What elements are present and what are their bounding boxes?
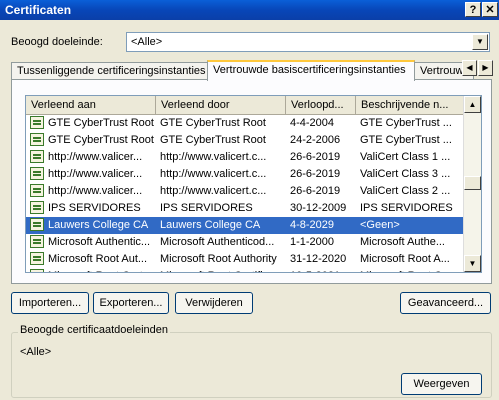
tab-label: Vertrouwde basiscertificeringsinstanties [213,64,406,76]
column-header-issued-to[interactable]: Verleend aan [26,96,156,114]
certificate-icon [30,167,44,180]
tab-scroll-right-icon[interactable]: ▶ [478,60,493,76]
table-cell: Lauwers College CA [160,219,261,231]
tab-label: Tussenliggende certificeringsinstanties [17,65,206,77]
table-row[interactable]: GTE CyberTrust Root GTE CyberTrust Root 24… [26,132,464,149]
table-cell: http://www.valicert.c... [160,168,267,180]
table-cell: http://www.valicert.c... [160,151,267,163]
column-header-friendly-name[interactable]: Beschrijvende n... [356,96,464,114]
certificate-icon [30,184,44,197]
certificate-icon [30,201,44,214]
title-bar: Certificaten ? ✕ [0,0,499,20]
table-cell: 31-12-2020 [290,253,347,265]
table-cell: 30-12-2009 [290,202,347,214]
purposes-value: <Alle> [20,346,52,358]
chevron-down-icon[interactable]: ▼ [472,34,488,50]
certificate-icon [30,218,44,231]
table-cell: 10-5-2021 [290,270,356,272]
certificate-list[interactable]: Verleend aan Verleend door Verloopd... B… [25,95,482,273]
table-row[interactable]: Microsoft Root Aut... Microsoft Root Auth… [26,251,464,268]
vertical-scrollbar[interactable]: ▲ ▼ [463,96,481,272]
table-cell: <Geen> [360,219,400,231]
purposes-group-title: Beoogde certificaatdoeleinden [18,324,171,336]
table-cell: 4-8-2029 [290,219,335,231]
table-cell: 4-4-2004 [290,117,335,129]
table-cell: Microsoft Authenticod... [160,236,275,248]
table-cell: Microsoft Root Certific... [160,270,286,272]
tab-trusted-root[interactable]: Vertrouwde basiscertificeringsinstanties [207,60,415,81]
table-cell: GTE CyberTrust ... [360,117,452,129]
table-row[interactable]: http://www.valicer... http://www.valicert… [26,149,464,166]
table-cell: http://www.valicer... [48,151,143,163]
import-button[interactable]: Importeren... [11,292,89,314]
table-cell: ValiCert Class 1 ... [360,151,451,163]
scroll-down-icon[interactable]: ▼ [464,255,481,272]
window-title: Certificaten [5,3,72,17]
table-cell: IPS SERVIDORES [48,202,141,214]
table-cell: 26-6-2019 [290,168,341,180]
column-header-expiration[interactable]: Verloopd... [286,96,356,114]
purpose-value: <Alle> [131,36,163,48]
table-cell: Microsoft Authentic... [48,236,151,248]
table-cell: 1-1-2000 [290,236,335,248]
table-cell: ValiCert Class 3 ... [360,168,451,180]
purpose-combobox[interactable]: <Alle> ▼ [126,32,490,52]
help-button[interactable]: ? [465,2,481,17]
tab-scroll-left-icon[interactable]: ◀ [462,60,477,76]
certificate-icon [30,150,44,163]
tab-strip: Tussenliggende certificeringsinstanties … [11,60,481,81]
table-cell: Microsoft Root C... [360,270,460,272]
certificate-icon [30,235,44,248]
table-cell: Lauwers College CA [48,219,149,231]
export-button[interactable]: Exporteren... [93,292,169,314]
table-cell: Microsoft Root Aut... [48,253,148,265]
close-button[interactable]: ✕ [482,2,498,17]
tab-intermediate[interactable]: Tussenliggende certificeringsinstanties [11,62,208,80]
table-cell: IPS SERVIDORES [160,202,253,214]
table-cell: Microsoft Root Authority [160,253,277,265]
table-row[interactable]: Microsoft Authentic... Microsoft Authenti… [26,234,464,251]
scroll-thumb[interactable] [464,176,481,190]
list-header: Verleend aan Verleend door Verloopd... B… [26,96,464,115]
table-cell: http://www.valicer... [48,185,143,197]
table-cell: 26-6-2019 [290,151,341,163]
table-cell: GTE CyberTrust Root [48,117,154,129]
table-cell: IPS SERVIDORES [360,202,453,214]
certificate-icon [30,252,44,265]
certificate-icon [30,269,44,272]
column-header-issued-by[interactable]: Verleend door [156,96,286,114]
view-button[interactable]: Weergeven [401,373,482,395]
table-row[interactable]: GTE CyberTrust Root GTE CyberTrust Root 4-… [26,115,464,132]
table-cell: GTE CyberTrust ... [360,134,452,146]
certificate-icon [30,116,44,129]
table-row[interactable]: IPS SERVIDORES IPS SERVIDORES 30-12-2009 IP… [26,200,464,217]
table-cell: 26-6-2019 [290,185,341,197]
table-cell: Microsoft Root A... [360,253,450,265]
table-cell: GTE CyberTrust Root [48,134,154,146]
scroll-up-icon[interactable]: ▲ [464,96,481,113]
table-cell: GTE CyberTrust Root [160,117,266,129]
table-cell: http://www.valicer... [48,168,143,180]
table-cell: Microsoft Authe... [360,236,445,248]
table-cell: ValiCert Class 2 ... [360,185,451,197]
table-cell: Microsoft Root Cert... [48,270,156,272]
table-row[interactable]: Microsoft Root Cert... Microsoft Root Cer… [26,268,464,272]
table-row[interactable]: http://www.valicer... http://www.valicert… [26,183,464,200]
table-row[interactable]: Lauwers College CA Lauwers College CA 4-8-… [26,217,464,234]
remove-button[interactable]: Verwijderen [175,292,253,314]
table-cell: GTE CyberTrust Root [160,134,266,146]
table-cell: http://www.valicert.c... [160,185,267,197]
table-row[interactable]: http://www.valicer... http://www.valicert… [26,166,464,183]
advanced-button[interactable]: Geavanceerd... [400,292,491,314]
certificate-icon [30,133,44,146]
table-cell: 24-2-2006 [290,134,341,146]
tab-label: Vertrouw [420,65,464,77]
purpose-label: Beoogd doeleinde: [11,36,103,48]
